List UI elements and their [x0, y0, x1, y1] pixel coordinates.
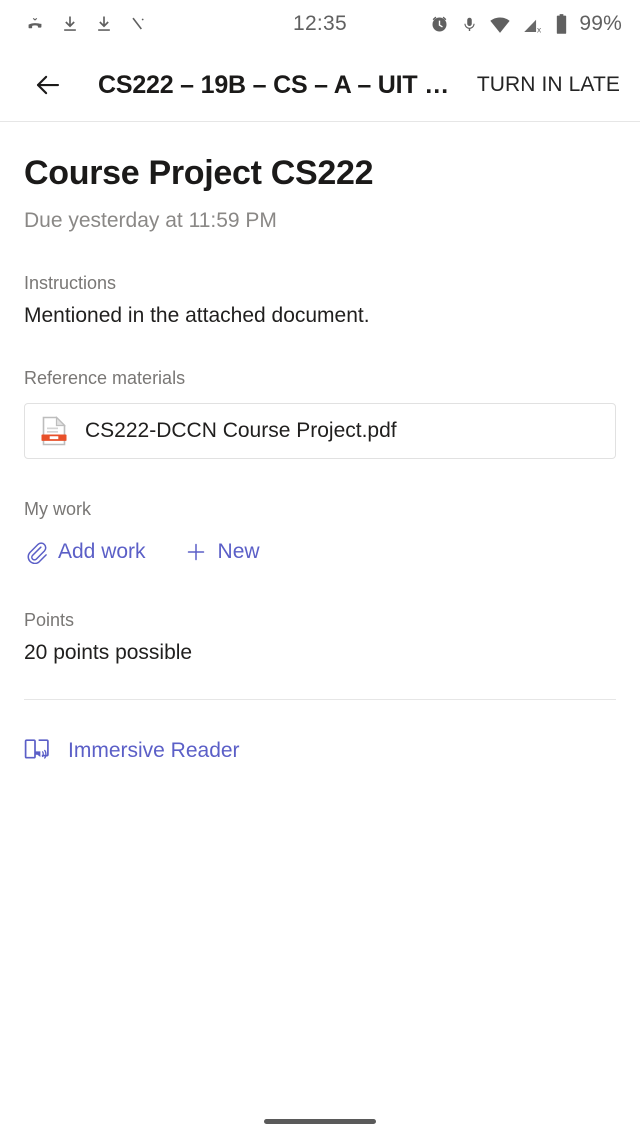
content-divider [24, 699, 616, 700]
new-work-button[interactable]: New [184, 534, 260, 570]
reference-materials-label: Reference materials [24, 368, 186, 388]
add-work-button[interactable]: Add work [24, 534, 146, 570]
instructions-label: Instructions [24, 273, 117, 293]
back-button[interactable] [26, 63, 70, 107]
immersive-reader-button[interactable]: Immersive Reader [0, 738, 640, 764]
immersive-reader-label: Immersive Reader [68, 739, 240, 762]
app-header: CS222 – 19B – CS – A – UIT … TURN IN LAT… [0, 48, 640, 122]
reference-material-attachment[interactable]: CS222-DCCN Course Project.pdf [24, 403, 616, 459]
points-label: Points [24, 610, 75, 630]
status-bar-clock: 12:35 [292, 12, 348, 35]
my-work-actions: Add work New [24, 534, 616, 570]
assignment-content: Course Project CS222 Due yesterday at 11… [0, 154, 640, 700]
points-value: 20 points possible [24, 641, 193, 664]
page-title: CS222 – 19B – CS – A – UIT … [98, 70, 450, 99]
assignment-title: Course Project CS222 [24, 154, 374, 192]
plus-icon [184, 540, 208, 564]
back-arrow-icon [36, 75, 60, 95]
pdf-file-icon [41, 416, 67, 446]
turn-in-late-button[interactable]: TURN IN LATE [475, 67, 622, 103]
instructions-text: Mentioned in the attached document. [24, 304, 370, 327]
new-work-label: New [217, 540, 260, 563]
paperclip-icon [24, 540, 48, 564]
my-work-label: My work [24, 499, 91, 519]
status-bar: 12:35 x 99% [0, 0, 640, 48]
add-work-label: Add work [58, 540, 146, 563]
attachment-file-name: CS222-DCCN Course Project.pdf [85, 419, 397, 442]
android-gesture-pill[interactable] [264, 1119, 376, 1124]
immersive-reader-icon [24, 739, 49, 759]
assignment-detail-screen: 12:35 x 99% CS222 – 19B – CS – A – UIT …… [0, 0, 640, 1138]
assignment-due-date: Due yesterday at 11:59 PM [24, 209, 277, 232]
